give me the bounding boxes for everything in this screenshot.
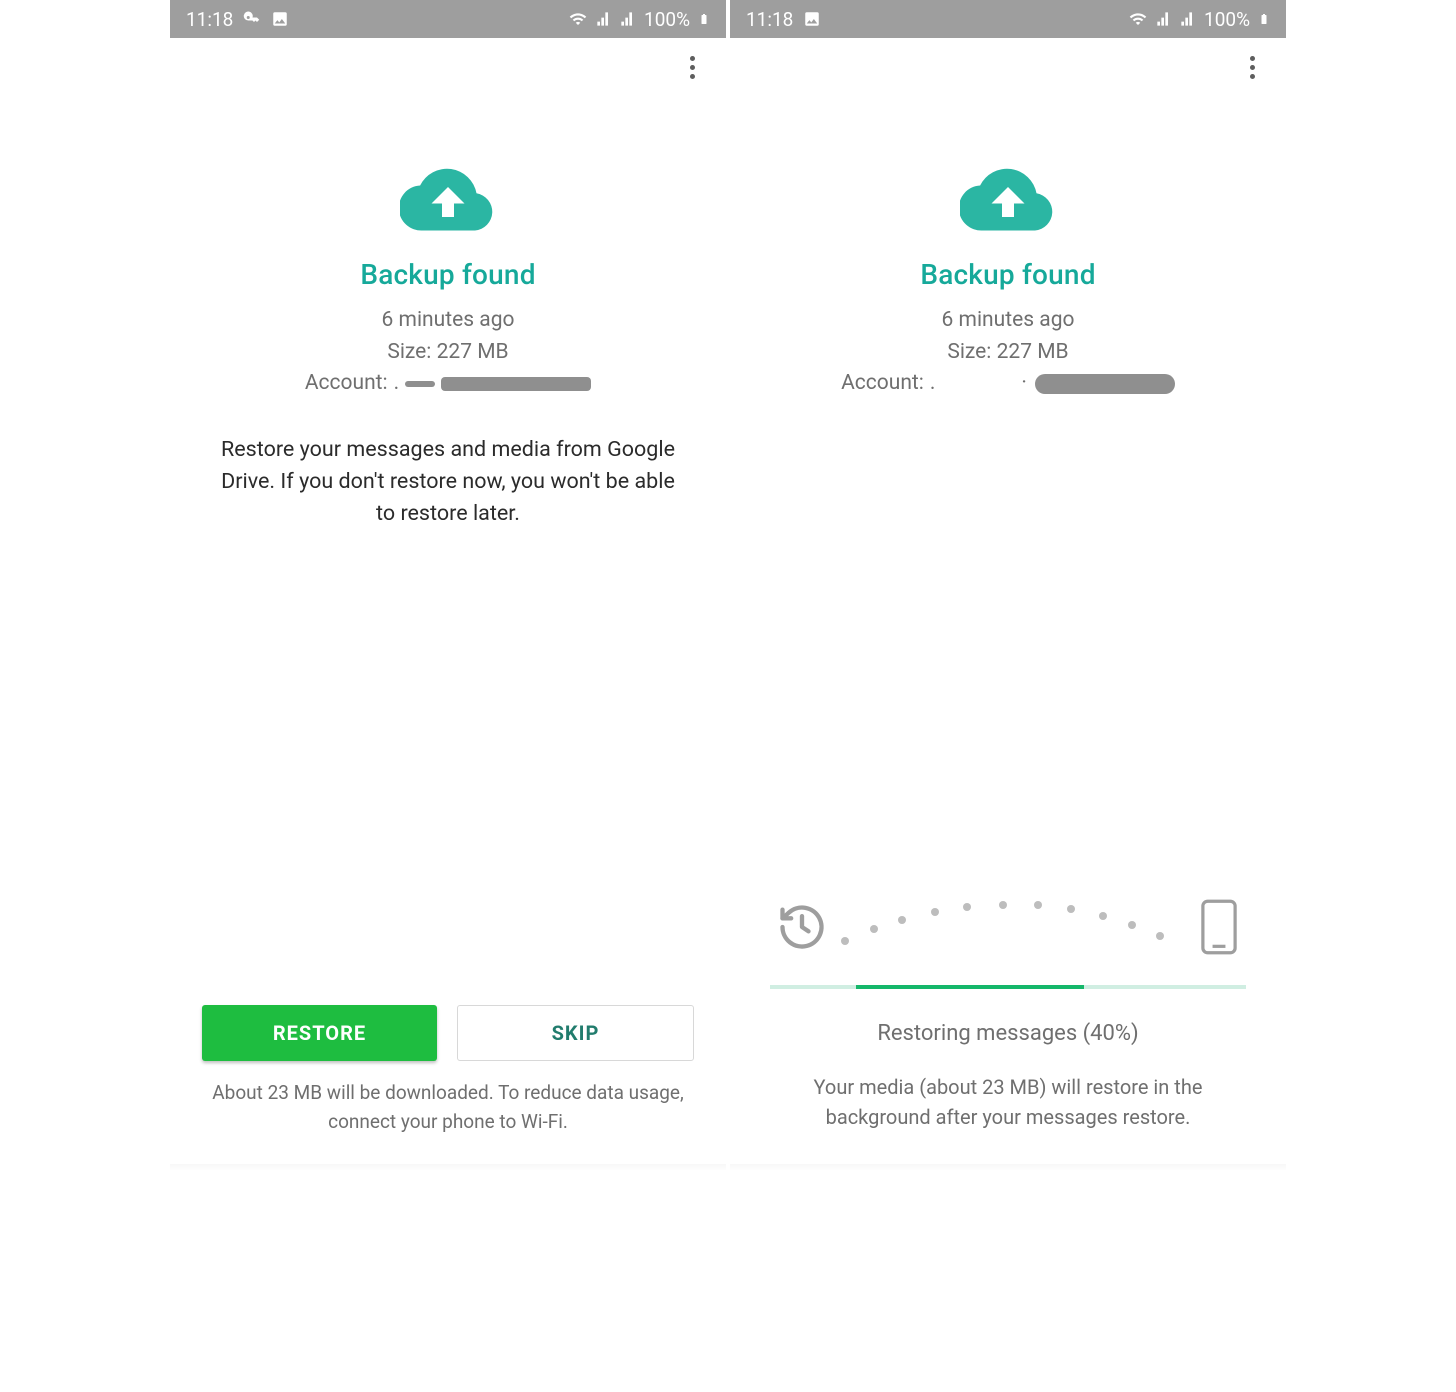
- key-icon: [243, 10, 261, 28]
- progress-fill: [856, 985, 1084, 989]
- backup-size: Size: 227 MB: [305, 337, 591, 369]
- overflow-menu-icon[interactable]: [1240, 55, 1264, 79]
- restore-description: Restore your messages and media from Goo…: [212, 434, 684, 531]
- image-icon: [803, 10, 821, 28]
- account-value-redacted: .: [394, 368, 592, 400]
- download-note: About 23 MB will be downloaded. To reduc…: [202, 1079, 694, 1144]
- progress-bar: [770, 985, 1246, 989]
- backup-meta: 6 minutes ago Size: 227 MB Account: . ·: [841, 305, 1175, 400]
- backup-time: 6 minutes ago: [305, 305, 591, 337]
- account-label: Account:: [305, 368, 388, 400]
- signal-icon: [1156, 11, 1172, 27]
- status-bar: 11:18 100%: [730, 0, 1286, 38]
- history-clock-icon: [776, 901, 828, 953]
- page-title: Backup found: [920, 258, 1095, 291]
- signal-icon: [620, 11, 636, 27]
- action-bar: [730, 38, 1286, 96]
- wifi-icon: [568, 10, 588, 28]
- phone-screen-before: 11:18 100% Backup found 6 minutes a: [170, 0, 726, 1170]
- backup-size: Size: 227 MB: [841, 337, 1175, 369]
- media-restore-note: Your media (about 23 MB) will restore in…: [766, 1072, 1250, 1152]
- page-title: Backup found: [360, 258, 535, 291]
- restore-button[interactable]: RESTORE: [202, 1005, 437, 1061]
- backup-time: 6 minutes ago: [841, 305, 1175, 337]
- skip-button[interactable]: SKIP: [457, 1005, 694, 1061]
- phone-screen-progress: 11:18 100% Backup found 6 minutes ago: [730, 0, 1286, 1170]
- transfer-dots: [834, 887, 1192, 967]
- battery-icon: [698, 10, 710, 28]
- battery-icon: [1258, 10, 1270, 28]
- signal-icon: [1180, 11, 1196, 27]
- image-icon: [271, 10, 289, 28]
- cloud-upload-icon: [400, 164, 496, 234]
- status-bar: 11:18 100%: [170, 0, 726, 38]
- progress-label: Restoring messages (40%): [766, 1021, 1250, 1046]
- cloud-upload-icon: [960, 164, 1056, 234]
- wifi-icon: [1128, 10, 1148, 28]
- phone-device-icon: [1198, 898, 1240, 956]
- signal-icon: [596, 11, 612, 27]
- account-label: Account:: [841, 368, 924, 400]
- battery-percent: 100%: [1204, 8, 1250, 31]
- backup-meta: 6 minutes ago Size: 227 MB Account: .: [305, 305, 591, 400]
- account-value-redacted: . ·: [930, 368, 1175, 400]
- status-time: 11:18: [746, 8, 793, 31]
- action-bar: [170, 38, 726, 96]
- battery-percent: 100%: [644, 8, 690, 31]
- overflow-menu-icon[interactable]: [680, 55, 704, 79]
- status-time: 11:18: [186, 8, 233, 31]
- transfer-graphic: [766, 887, 1250, 985]
